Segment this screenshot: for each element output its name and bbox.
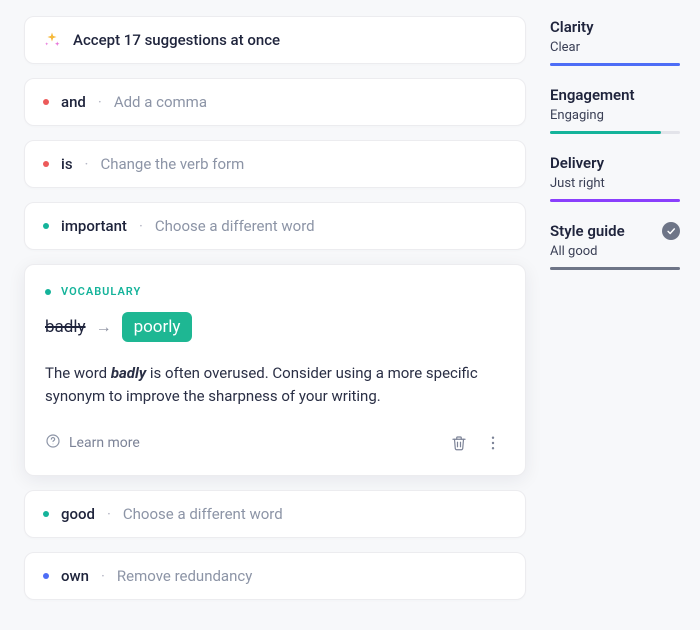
dismiss-button[interactable] — [447, 431, 471, 455]
more-options-button[interactable] — [481, 431, 505, 455]
arrow-icon: → — [96, 317, 112, 337]
metric-title: Style guide — [550, 222, 625, 240]
metric-value: Engaging — [550, 108, 680, 123]
replacement-button[interactable]: poorly — [122, 312, 193, 342]
learn-more-label: Learn more — [69, 435, 140, 451]
suggestion-card[interactable]: good · Choose a different word — [24, 490, 526, 538]
metric-clarity[interactable]: Clarity Clear — [550, 18, 680, 66]
metric-title: Engagement — [550, 86, 680, 104]
separator: · — [85, 155, 89, 173]
bullet-icon — [43, 99, 49, 105]
metric-styleguide[interactable]: Style guide All good — [550, 222, 680, 270]
check-icon — [662, 222, 680, 240]
metric-delivery[interactable]: Delivery Just right — [550, 154, 680, 202]
suggestion-word: and — [61, 93, 86, 111]
bullet-icon — [45, 289, 51, 295]
suggestion-action: Choose a different word — [155, 217, 315, 235]
suggestion-action: Choose a different word — [123, 505, 283, 523]
explanation-text: The word badly is often overused. Consid… — [45, 362, 505, 409]
category-label: VOCABULARY — [61, 285, 141, 298]
separator: · — [107, 505, 111, 523]
metric-engagement[interactable]: Engagement Engaging — [550, 86, 680, 134]
help-icon — [45, 433, 61, 453]
learn-more-link[interactable]: Learn more — [45, 433, 140, 453]
bullet-icon — [43, 511, 49, 517]
separator: · — [98, 93, 102, 111]
suggestion-card[interactable]: important · Choose a different word — [24, 202, 526, 250]
metric-value: All good — [550, 244, 680, 259]
suggestion-card[interactable]: own · Remove redundancy — [24, 552, 526, 600]
accept-all-card[interactable]: Accept 17 suggestions at once — [24, 16, 526, 64]
bullet-icon — [43, 223, 49, 229]
suggestion-action: Change the verb form — [100, 155, 244, 173]
suggestion-word: good — [61, 505, 95, 523]
suggestion-action: Add a comma — [114, 93, 207, 111]
separator: · — [101, 567, 105, 585]
suggestion-card[interactable]: and · Add a comma — [24, 78, 526, 126]
metrics-sidebar: Clarity Clear Engagement Engaging Delive… — [550, 0, 700, 630]
metric-value: Just right — [550, 176, 680, 191]
suggestion-word: important — [61, 217, 127, 235]
sparkle-icon — [43, 31, 61, 49]
accept-all-label: Accept 17 suggestions at once — [73, 31, 280, 49]
bullet-icon — [43, 161, 49, 167]
suggestions-panel: Accept 17 suggestions at once and · Add … — [0, 0, 550, 630]
original-word: badly — [45, 317, 86, 337]
bullet-icon — [43, 573, 49, 579]
suggestion-word: own — [61, 567, 89, 585]
separator: · — [139, 217, 143, 235]
suggestion-action: Remove redundancy — [117, 567, 252, 585]
metric-title: Clarity — [550, 18, 680, 36]
expanded-suggestion-card: VOCABULARY badly → poorly The word badly… — [24, 264, 526, 476]
metric-value: Clear — [550, 40, 680, 55]
suggestion-card[interactable]: is · Change the verb form — [24, 140, 526, 188]
metric-title: Delivery — [550, 154, 680, 172]
suggestion-word: is — [61, 155, 73, 173]
